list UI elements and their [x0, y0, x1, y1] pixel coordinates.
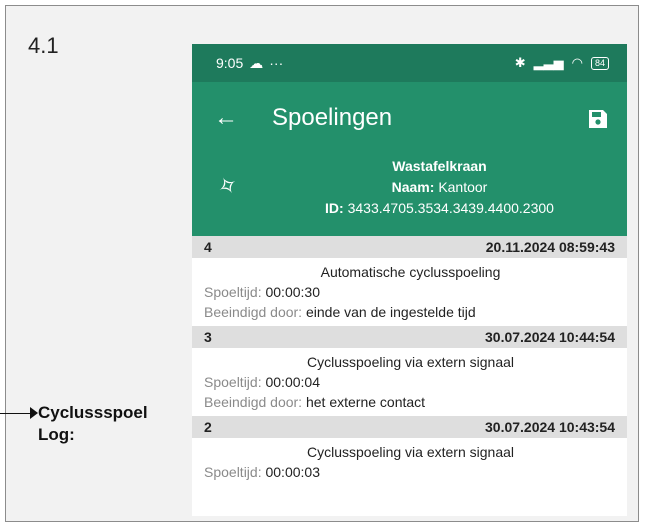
status-bar: 9:05 ☁ ··· ✱ ▂▃▅ ◠ 84 — [192, 44, 627, 82]
ended-by-label: Beeindigd door: — [204, 394, 303, 410]
entry-duration: 00:00:30 — [265, 284, 320, 300]
entry-body: Automatische cyclusspoeling Spoeltijd: 0… — [192, 258, 627, 326]
callout-label: Cyclussspoel Log: — [38, 402, 148, 446]
flush-log-list: 4 20.11.2024 08:59:43 Automatische cyclu… — [192, 236, 627, 486]
ended-by-label: Beeindigd door: — [204, 304, 303, 320]
bluetooth-icon: ✱ — [514, 55, 526, 70]
naam-value: Kantoor — [438, 179, 488, 195]
page-title: Spoelingen — [272, 104, 393, 131]
duration-label: Spoeltijd: — [204, 464, 262, 480]
entry-number: 2 — [204, 419, 212, 435]
save-icon[interactable] — [587, 108, 609, 135]
entry-datetime: 20.11.2024 08:59:43 — [485, 239, 615, 255]
entry-ended-by: einde van de ingestelde tijd — [305, 304, 476, 320]
naam-label: Naam: — [391, 179, 435, 195]
section-number: 4.1 — [28, 33, 59, 58]
pin-icon[interactable]: ✧ — [212, 169, 244, 204]
id-value: 3433.4705.3534.3439.4400.2300 — [347, 200, 554, 216]
cloud-icon: ☁ — [249, 54, 264, 71]
device-info: Wastafelkraan Naam: Kantoor ID: 3433.470… — [252, 156, 627, 219]
back-arrow-icon[interactable]: ← — [214, 104, 238, 132]
entry-ended-by: het externe contact — [305, 394, 426, 410]
entry-duration: 00:00:04 — [265, 374, 320, 390]
entry-header: 2 30.07.2024 10:43:54 — [192, 416, 627, 438]
list-item: 3 30.07.2024 10:44:54 Cyclusspoeling via… — [192, 326, 627, 416]
entry-number: 3 — [204, 329, 212, 345]
entry-body: Cyclusspoeling via extern signaal Spoelt… — [192, 438, 627, 486]
battery-icon: 84 — [590, 56, 609, 70]
entry-type: Automatische cyclusspoeling — [320, 264, 501, 280]
callout-line2: Log: — [38, 425, 75, 444]
entry-body: Cyclusspoeling via extern signaal Spoelt… — [192, 348, 627, 416]
entry-header: 4 20.11.2024 08:59:43 — [192, 236, 627, 258]
device-name: Wastafelkraan — [392, 158, 487, 174]
duration-label: Spoeltijd: — [204, 374, 262, 390]
entry-type: Cyclusspoeling via extern signaal — [307, 354, 514, 370]
entry-datetime: 30.07.2024 10:43:54 — [485, 419, 615, 435]
callout-line1: Cyclussspoel — [38, 403, 148, 422]
entry-type: Cyclusspoeling via extern signaal — [307, 444, 514, 460]
status-time: 9:05 — [216, 55, 244, 71]
more-notifications-icon: ··· — [269, 55, 284, 71]
entry-duration: 00:00:03 — [265, 464, 320, 480]
list-item: 4 20.11.2024 08:59:43 Automatische cyclu… — [192, 236, 627, 326]
list-item: 2 30.07.2024 10:43:54 Cyclusspoeling via… — [192, 416, 627, 486]
app-header: ← Spoelingen ✧ Wastafelkraan Naam: Kanto… — [192, 82, 627, 236]
phone-screen: 9:05 ☁ ··· ✱ ▂▃▅ ◠ 84 ← Spoelingen ✧ Was — [192, 44, 627, 516]
signal-icon: ▂▃▅ — [533, 55, 564, 70]
entry-datetime: 30.07.2024 10:44:54 — [485, 329, 615, 345]
callout-line — [0, 413, 32, 414]
duration-label: Spoeltijd: — [204, 284, 262, 300]
entry-header: 3 30.07.2024 10:44:54 — [192, 326, 627, 348]
callout-arrow-icon — [30, 407, 38, 419]
id-label: ID: — [325, 200, 344, 216]
entry-number: 4 — [204, 239, 212, 255]
wifi-icon: ◠ — [571, 55, 583, 70]
